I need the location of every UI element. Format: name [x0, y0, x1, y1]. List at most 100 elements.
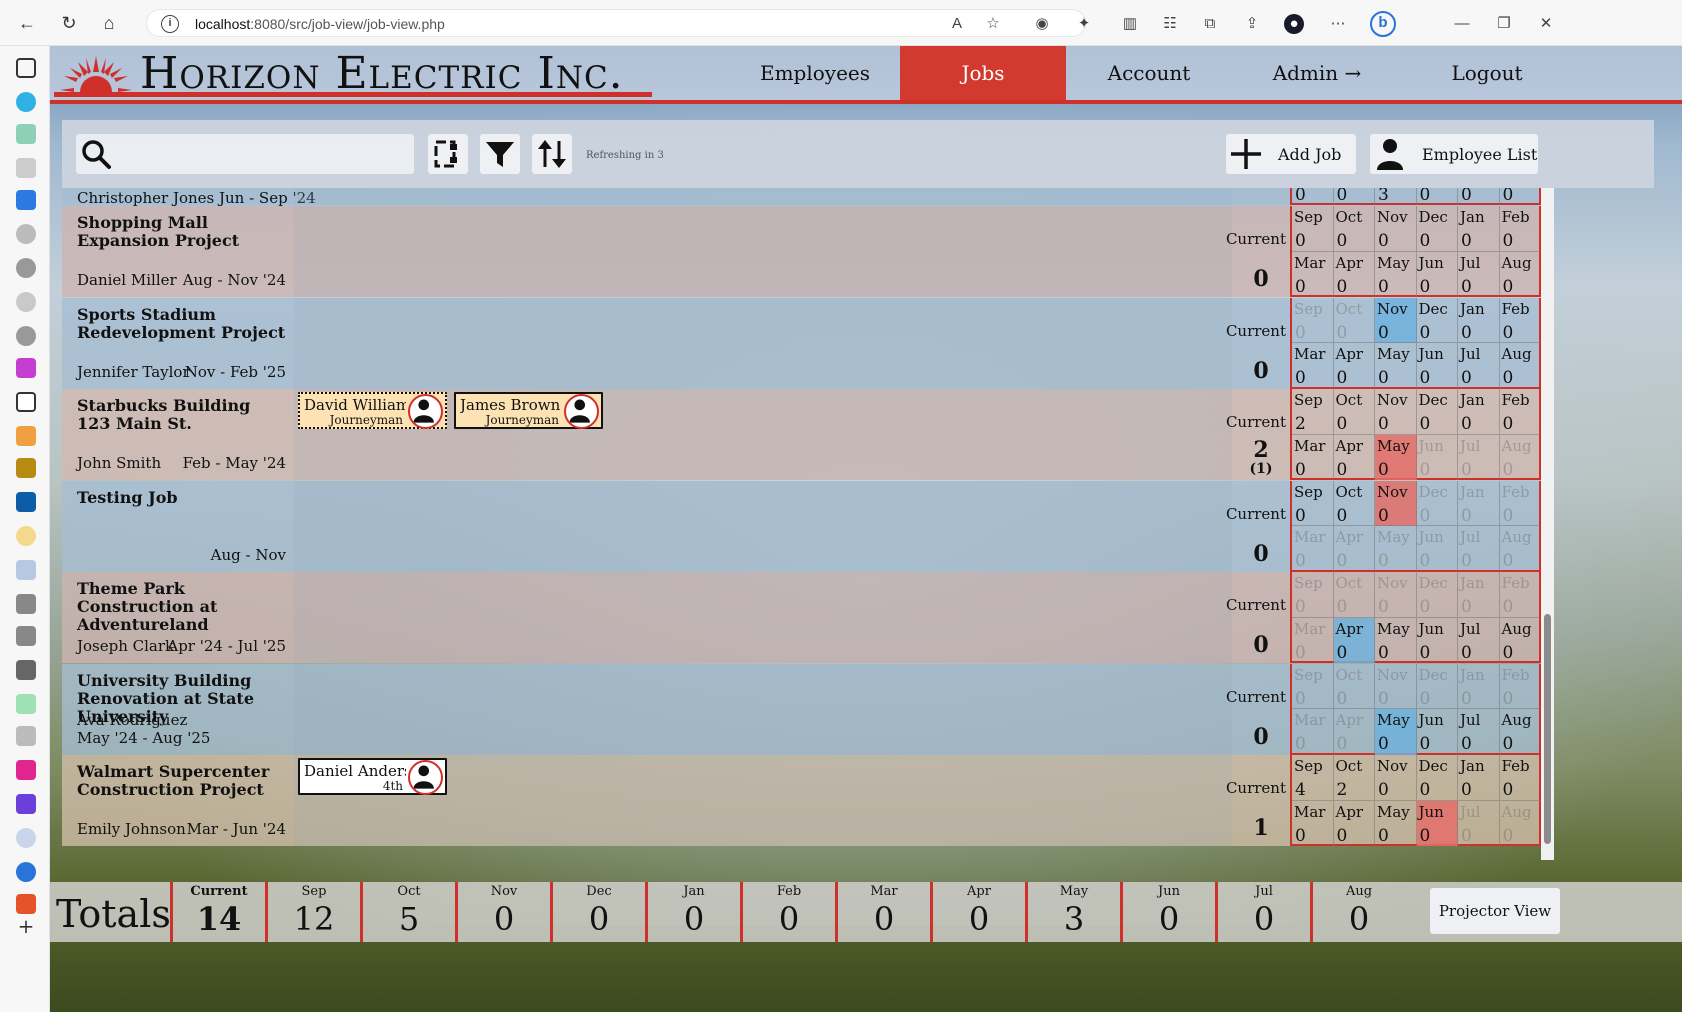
month-label: Apr: [1335, 528, 1364, 546]
sort-button[interactable]: [532, 134, 572, 174]
app-icon-16[interactable]: [16, 794, 36, 814]
close-icon[interactable]: ✕: [1536, 14, 1556, 34]
month-count: 0: [1461, 825, 1472, 846]
month-cell-dec: Dec 0: [1416, 389, 1458, 435]
month-cell-feb: Feb 0: [1499, 389, 1541, 435]
app-icon-9[interactable]: [16, 492, 36, 512]
month-label: Sep: [1294, 757, 1323, 775]
favorites-icon[interactable]: ☷: [1160, 14, 1180, 34]
employee-card[interactable]: David WilliamsJourneyman: [298, 392, 447, 429]
github-icon[interactable]: [16, 258, 36, 278]
extensions-puzzle-icon[interactable]: ✦: [1074, 14, 1094, 34]
totals-value: 0: [778, 900, 800, 938]
month-label: Apr: [1335, 436, 1364, 455]
app-icon-13[interactable]: [16, 626, 36, 646]
more-menu-icon[interactable]: ⋯: [1328, 14, 1348, 34]
month-count: 0: [1419, 368, 1431, 388]
add-icon[interactable]: +: [16, 916, 36, 936]
home-icon[interactable]: ⌂: [98, 12, 120, 34]
search-icon-rail[interactable]: [16, 828, 36, 848]
job-employee-area[interactable]: [294, 572, 1232, 663]
extension-icon[interactable]: ◉: [1032, 14, 1052, 34]
dev-icon[interactable]: [16, 660, 36, 680]
job-info[interactable]: Theme Park Construction at Adventureland…: [62, 572, 294, 663]
svg-icon[interactable]: [16, 726, 36, 746]
job-row[interactable]: Sports Stadium Redevelopment Project Jenn…: [62, 297, 1541, 389]
collections-icon[interactable]: ⧉: [1200, 14, 1220, 34]
job-row[interactable]: University Building Renovation at State …: [62, 663, 1541, 755]
month-cell-mar: Mar 0: [1292, 343, 1334, 389]
app-icon-12[interactable]: [16, 594, 36, 614]
reload-icon[interactable]: ↻: [58, 12, 80, 34]
split-screen-icon[interactable]: ▥: [1120, 14, 1140, 34]
job-employee-area[interactable]: [294, 480, 1232, 572]
address-bar[interactable]: i localhost:8080/src/job-view/job-view.p…: [146, 9, 1086, 37]
minimize-icon[interactable]: —: [1452, 14, 1472, 34]
job-employee-area[interactable]: David WilliamsJourneymanJames BrownJourn…: [294, 389, 1232, 480]
profile-avatar-icon[interactable]: ●: [1284, 14, 1304, 34]
app-icon-5[interactable]: [16, 224, 36, 244]
month-label: Feb: [1501, 299, 1530, 318]
add-job-button[interactable]: Add Job: [1226, 134, 1356, 174]
job-row[interactable]: Testing Job Aug - Nov Current 0 Sep 0 Oct 0 Nov 0…: [62, 480, 1541, 572]
job-employee-area[interactable]: [294, 206, 1232, 297]
app-icon-11[interactable]: [16, 560, 36, 580]
info-icon[interactable]: i: [161, 15, 179, 33]
copilot-icon[interactable]: b: [1370, 11, 1396, 37]
employee-card[interactable]: Daniel Anderson4th: [298, 758, 447, 795]
toggle-view-button[interactable]: [428, 134, 468, 174]
month-cell-jun: Jun 0: [1417, 343, 1458, 389]
nav-jobs[interactable]: Jobs: [900, 46, 1066, 100]
page-icon[interactable]: [16, 392, 36, 412]
totals-label: Oct: [397, 884, 421, 899]
github-icon-2[interactable]: [16, 326, 36, 346]
job-info[interactable]: Walmart Supercenter Construction Project…: [62, 755, 294, 846]
job-name: Walmart Supercenter Construction Project: [77, 762, 270, 799]
app-icon-15[interactable]: [16, 760, 36, 780]
app-icon-10[interactable]: [16, 526, 36, 546]
job-employee-area[interactable]: Daniel Anderson4th: [294, 755, 1232, 846]
back-icon[interactable]: ←: [16, 12, 38, 34]
job-info[interactable]: University Building Renovation at State …: [62, 664, 294, 755]
filter-button[interactable]: [480, 134, 520, 174]
nav-admin[interactable]: Admin →: [1232, 46, 1402, 100]
nav-logout[interactable]: Logout: [1402, 46, 1572, 100]
tabs-icon[interactable]: [16, 58, 36, 78]
app-icon-6[interactable]: [16, 292, 36, 312]
app-icon-3[interactable]: [16, 158, 36, 178]
app-icon-2[interactable]: [16, 124, 36, 144]
job-employee-area[interactable]: [294, 297, 1232, 389]
scrollbar-thumb[interactable]: [1544, 614, 1551, 844]
month-count: 0: [1419, 551, 1431, 571]
share-icon[interactable]: ⇪: [1242, 14, 1262, 34]
app-icon-14[interactable]: [16, 694, 36, 714]
job-info[interactable]: Sports Stadium Redevelopment Project Jenn…: [62, 298, 294, 389]
nav-employees[interactable]: Employees: [730, 46, 900, 100]
employee-list-button[interactable]: Employee List: [1370, 134, 1538, 174]
job-row[interactable]: Shopping Mall Expansion Project Daniel Mi…: [62, 206, 1541, 297]
job-name: Sports Stadium Redevelopment Project: [77, 304, 286, 342]
job-row[interactable]: Theme Park Construction at Adventureland…: [62, 572, 1541, 663]
job-info[interactable]: Shopping Mall Expansion Project Daniel Mi…: [62, 206, 294, 297]
month-count: 0: [1336, 688, 1348, 709]
restore-icon[interactable]: ❐: [1494, 14, 1514, 34]
job-info[interactable]: Starbucks Building 123 Main St. John Smit…: [62, 389, 294, 480]
favorite-star-icon[interactable]: ☆: [983, 14, 1003, 34]
search-input[interactable]: [76, 134, 414, 174]
pma-icon[interactable]: [16, 426, 36, 446]
app-icon-4[interactable]: [16, 190, 36, 210]
app-icon-17[interactable]: [16, 894, 36, 914]
job-info[interactable]: Testing Job Aug - Nov: [62, 481, 294, 572]
job-employee-area[interactable]: [294, 663, 1232, 755]
read-aloud-icon[interactable]: A: [947, 14, 967, 34]
search-icon-rail-2[interactable]: [16, 862, 36, 882]
app-icon-1[interactable]: [16, 92, 36, 112]
scrollbar[interactable]: [1541, 188, 1554, 860]
employee-card[interactable]: James Brown Journeyman: [454, 392, 603, 429]
nav-account[interactable]: Account: [1066, 46, 1232, 100]
projector-view-button[interactable]: Projector View: [1430, 888, 1560, 934]
job-row[interactable]: Starbucks Building 123 Main St. John Smit…: [62, 389, 1541, 480]
job-row[interactable]: Walmart Supercenter Construction Project…: [62, 755, 1541, 846]
app-icon-7[interactable]: [16, 358, 36, 378]
app-icon-8[interactable]: [16, 458, 36, 478]
